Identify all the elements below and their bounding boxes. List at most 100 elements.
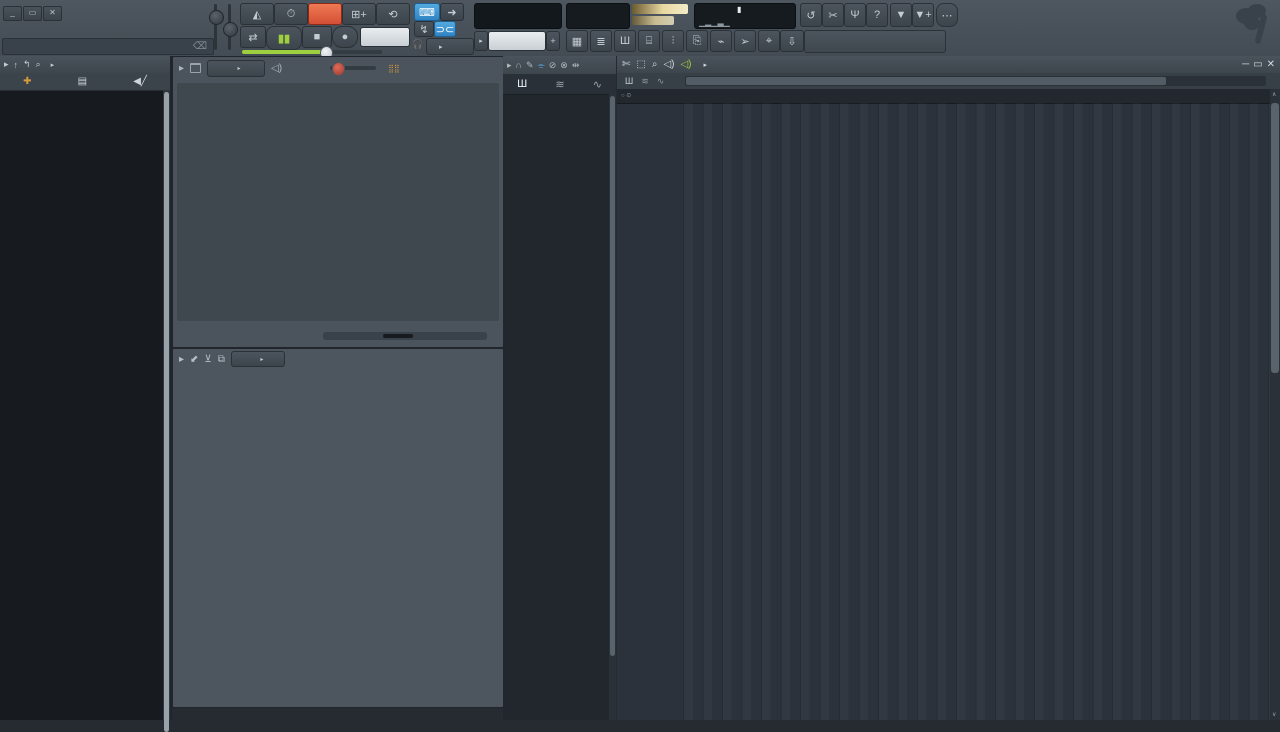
chat-icon[interactable]: ⋯: [936, 3, 958, 27]
link-icon[interactable]: ⊃⊂: [434, 21, 456, 37]
close-button[interactable]: ✕: [43, 6, 62, 21]
main-pitch-slider[interactable]: [228, 4, 231, 50]
maximize-icon[interactable]: ▭: [1253, 59, 1262, 70]
select-icon[interactable]: ⬚: [636, 59, 645, 70]
project-picker-icon[interactable]: ⎘: [686, 30, 708, 52]
tab-patterns-icon[interactable]: Ш: [517, 78, 527, 90]
mixer-panel: ▸ ⬋ ⊻ ⧉ ▸: [172, 348, 504, 708]
news-ticker[interactable]: [804, 30, 946, 53]
brush-icon[interactable]: ⌯: [538, 60, 545, 71]
tab-audio-icon[interactable]: ◀╱: [133, 76, 147, 87]
cut-icon[interactable]: ✂: [822, 3, 844, 27]
undo-icon[interactable]: ↺: [800, 3, 822, 27]
detach-icon[interactable]: ⬋: [190, 354, 198, 365]
blend-recording-button[interactable]: ⊞+: [342, 3, 376, 25]
target-icon[interactable]: ⌖: [758, 30, 780, 52]
rack-hscrollbar[interactable]: [323, 332, 487, 340]
playlist-vscrollbar[interactable]: ∧ ∨: [1270, 89, 1280, 720]
subtab-audio-icon[interactable]: ≋: [641, 76, 649, 87]
pattern-toolbar[interactable]: ▸ ∩ ✎ ⌯ ⊘ ⊗ ⇹: [503, 56, 616, 74]
mic-icon[interactable]: Ψ: [844, 3, 866, 27]
slice-icon[interactable]: ✄: [622, 59, 630, 70]
playlist-clip-area[interactable]: [683, 103, 1270, 720]
collapse-icon[interactable]: ▸: [179, 354, 184, 365]
help-icon[interactable]: ?: [866, 3, 888, 27]
zoom-icon[interactable]: ⌕: [652, 59, 658, 70]
subtab-pattern-icon[interactable]: Ш: [625, 76, 633, 86]
stretch-icon[interactable]: ⇹: [572, 60, 580, 71]
close-icon[interactable]: ✕: [1267, 59, 1275, 70]
midi-icon[interactable]: ↯: [414, 21, 434, 37]
collapse-icon[interactable]: ▸: [507, 60, 512, 71]
up-icon[interactable]: ↑: [14, 60, 19, 70]
plugin-icon[interactable]: ⌁: [710, 30, 732, 52]
swing-slider[interactable]: [330, 66, 376, 70]
mute-tool-icon[interactable]: ⊗: [560, 60, 568, 71]
back-icon[interactable]: ↰: [23, 59, 31, 70]
song-loop-button[interactable]: ⇄: [240, 26, 266, 48]
countdown-display[interactable]: [308, 3, 342, 25]
pattern-selector[interactable]: ▸ +: [474, 31, 560, 49]
add-channel-button[interactable]: [283, 329, 299, 343]
tab-audio-icon[interactable]: ≋: [555, 78, 564, 91]
pause-button[interactable]: ▮▮: [266, 26, 302, 50]
layout-icon[interactable]: ⧉: [218, 354, 225, 365]
pencil-icon[interactable]: ✎: [526, 60, 534, 71]
piano-roll-icon[interactable]: Ш: [614, 30, 636, 52]
step-sequencer-icon[interactable]: ≣: [590, 30, 612, 52]
tab-files-icon[interactable]: ▤: [78, 76, 87, 87]
subtab-auto-icon[interactable]: ∿: [657, 76, 665, 87]
browser-header[interactable]: ▸ ↑ ↰ ⌕ ▸: [0, 56, 170, 73]
pattern-tabs[interactable]: Ш ≋ ∿: [503, 74, 616, 95]
search-icon[interactable]: ⌕: [36, 59, 41, 70]
channel-group-select[interactable]: ▸: [207, 60, 265, 77]
playlist-window-controls[interactable]: ─ ▭ ✕: [1242, 59, 1275, 70]
playback-icon[interactable]: ◁): [663, 59, 674, 70]
pattern-scrollbar[interactable]: [609, 94, 616, 720]
save-icon[interactable]: ▼: [890, 3, 912, 27]
slip-icon[interactable]: ⊘: [549, 60, 557, 71]
playlist-view-icon[interactable]: ▦: [566, 30, 588, 52]
monitor-select[interactable]: ▸: [426, 38, 474, 55]
mixer-view-select[interactable]: ▸: [231, 351, 285, 367]
trash-icon[interactable]: ⌫: [193, 41, 207, 52]
record-button[interactable]: ●: [332, 26, 358, 48]
magnet-icon[interactable]: ∩: [516, 60, 522, 70]
collapse-icon[interactable]: ▸: [4, 59, 9, 70]
view-toolbar[interactable]: ▦ ≣ Ш ⌸ ⫶ ⎘ ⌁ ➢ ⌖ ▭: [566, 30, 804, 52]
main-volume-slider[interactable]: [214, 4, 217, 50]
restore-button[interactable]: ▭: [23, 6, 42, 21]
loop-record-button[interactable]: ⟲: [376, 3, 410, 25]
oscilloscope: [566, 3, 630, 29]
channel-rack-body: [177, 83, 499, 321]
stop-button[interactable]: ■: [302, 26, 332, 48]
pattern-selector-value[interactable]: [488, 31, 546, 51]
fl-studio-window: { "palette":{"accent_green":"#9dcf3f","a…: [0, 0, 1280, 720]
grid-icon[interactable]: ⣿⣿: [388, 64, 400, 73]
minimize-icon[interactable]: ─: [1242, 59, 1249, 70]
mixer-view-icon[interactable]: ⫶: [662, 30, 684, 52]
tab-plugins-icon[interactable]: ✚: [23, 76, 31, 87]
browser-tabs[interactable]: ✚ ▤ ◀╱: [0, 73, 170, 91]
arrow-icon[interactable]: ➜: [440, 3, 464, 21]
wait-for-input-button[interactable]: ⏱: [274, 3, 308, 25]
metronome-button[interactable]: ◭: [240, 3, 274, 25]
shuffle-slider[interactable]: [242, 50, 382, 54]
time-display-panel: [474, 3, 562, 29]
pattern-prev-icon[interactable]: ▸: [474, 31, 488, 51]
save-new-version-icon[interactable]: ▼+: [912, 3, 934, 27]
dock-icon[interactable]: ⊻: [204, 354, 211, 365]
minimize-button[interactable]: _: [3, 6, 22, 21]
download-icon[interactable]: ⇩: [780, 30, 804, 52]
window-controls[interactable]: _▭✕: [3, 2, 69, 21]
pattern-add-icon[interactable]: +: [546, 31, 560, 51]
typing-keyboard-icon[interactable]: ⌨: [414, 3, 440, 21]
collapse-icon[interactable]: ▸: [179, 63, 184, 74]
tab-automation-icon[interactable]: ∿: [593, 78, 602, 91]
playlist-ruler[interactable]: ○ ⊙: [617, 89, 1270, 104]
browser-view-icon[interactable]: ⌸: [638, 30, 660, 52]
tempo-display[interactable]: [360, 27, 410, 47]
playlist-hscrollbar[interactable]: [685, 76, 1266, 86]
browser-scrollbar[interactable]: [163, 90, 170, 720]
touch-icon[interactable]: ➢: [734, 30, 756, 52]
